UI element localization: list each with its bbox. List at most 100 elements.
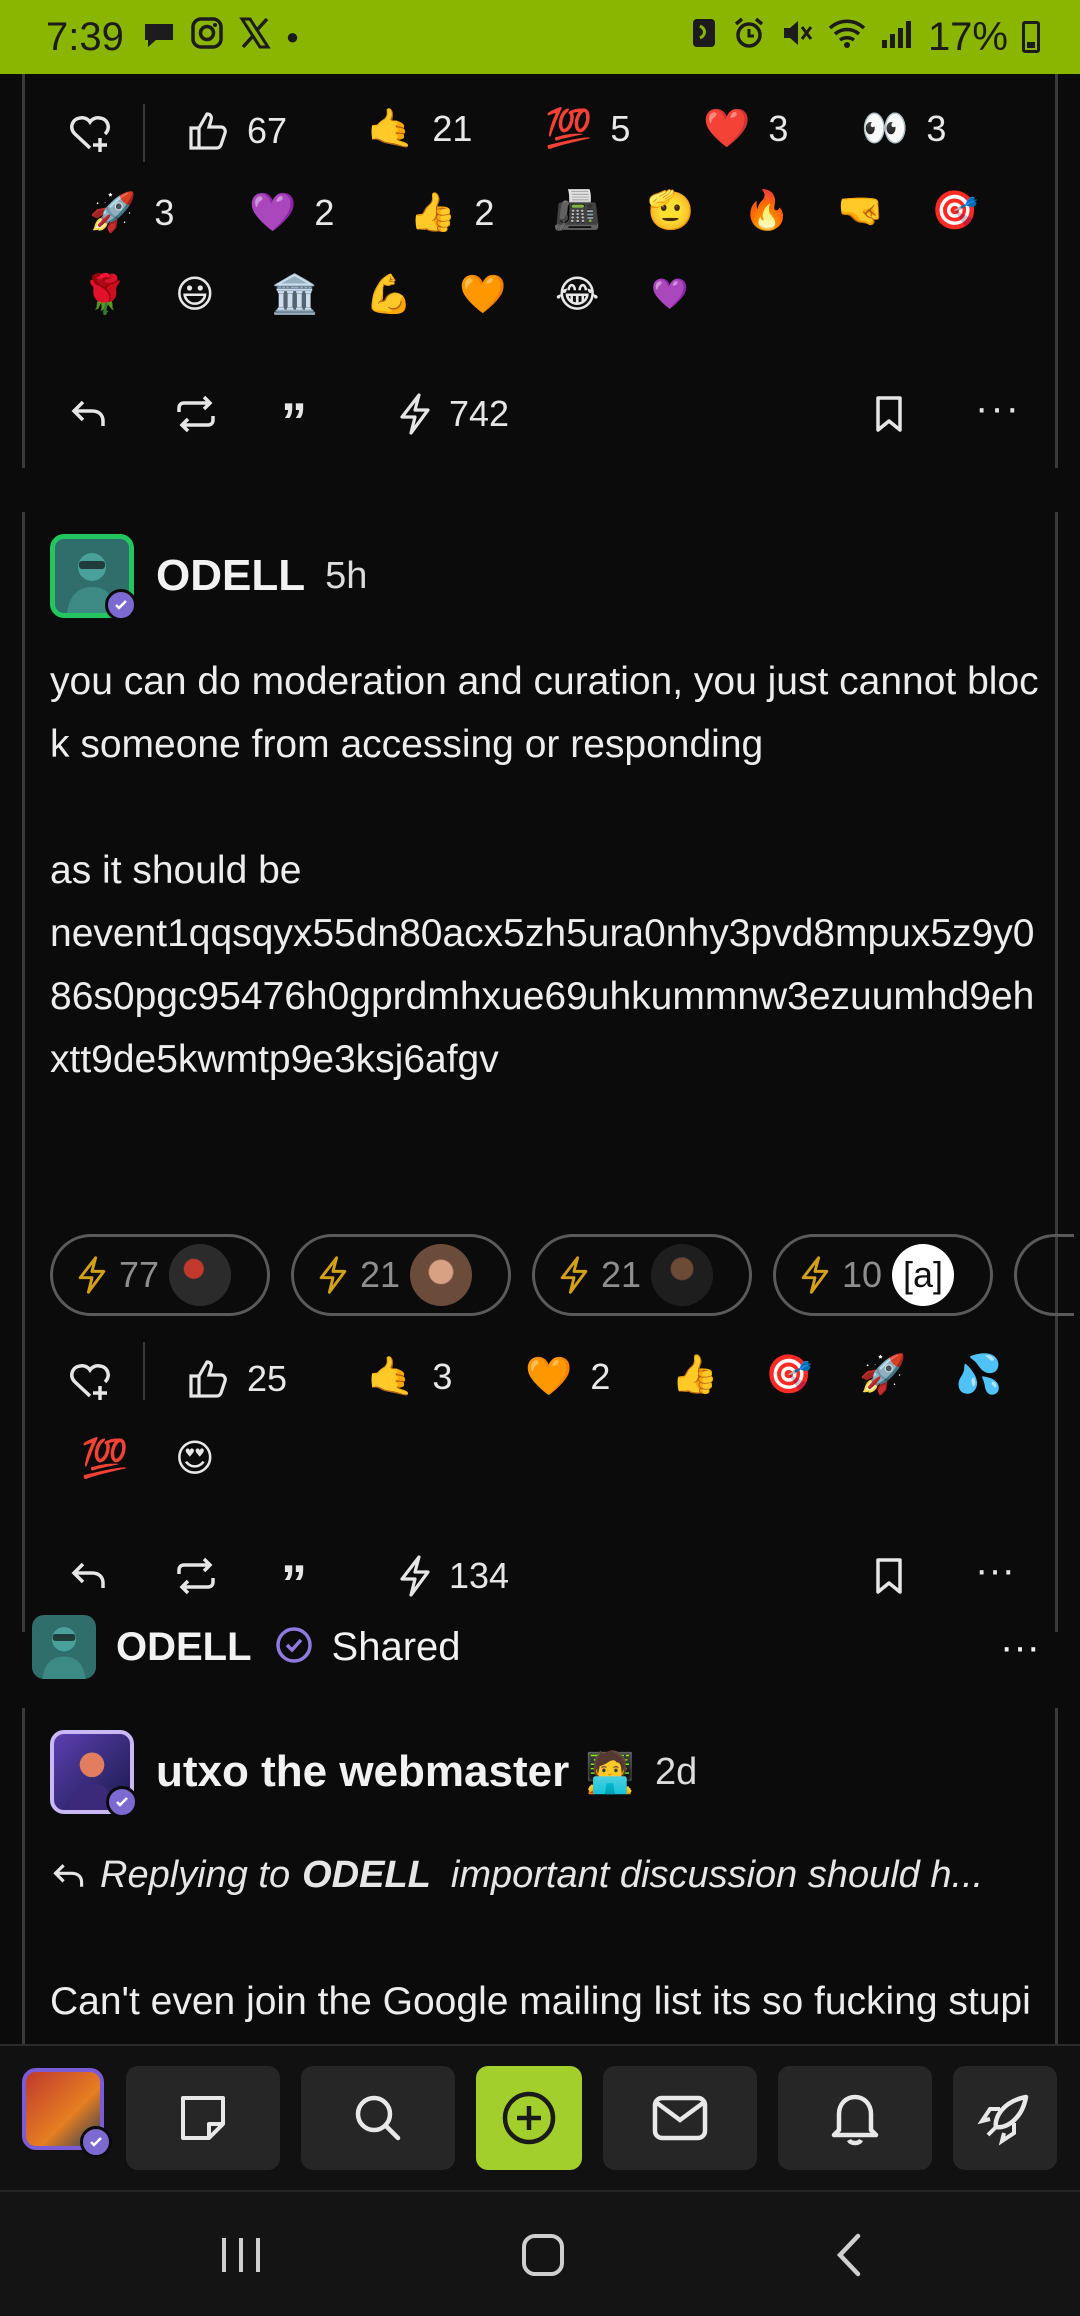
reaction-item[interactable]: 🚀 3 (89, 192, 174, 234)
reaction-item[interactable]: 💪 (365, 276, 412, 314)
add-reaction-icon[interactable] (67, 110, 113, 156)
avatar[interactable] (50, 534, 137, 621)
profile-avatar[interactable] (22, 2068, 112, 2158)
quote-button[interactable]: ” (281, 1554, 307, 1614)
more-icon: ··· (975, 1548, 1015, 1592)
back-button[interactable] (830, 2230, 870, 2280)
mail-icon (652, 2095, 708, 2141)
nav-compose-button[interactable] (476, 2066, 582, 2170)
nav-search-button[interactable] (301, 2066, 455, 2170)
reply-button[interactable] (69, 394, 109, 434)
shared-label: Shared (331, 1624, 461, 1669)
nav-notifications-button[interactable] (778, 2066, 932, 2170)
reply-button[interactable] (69, 1556, 109, 1596)
reaction-item[interactable]: 💜 2 (249, 192, 334, 234)
reaction-item[interactable]: 🏛️ (271, 276, 318, 314)
reaction-count: 3 (432, 1356, 453, 1397)
reaction-item[interactable]: 🤜 (837, 192, 884, 230)
reaction-item[interactable]: 💜 (651, 280, 688, 310)
reaction-item[interactable]: 🔥 (743, 192, 790, 230)
author-name[interactable]: utxo the webmaster (156, 1747, 569, 1797)
instagram-icon (190, 15, 224, 60)
bookmark-icon (876, 396, 902, 432)
zap-pill[interactable] (1014, 1234, 1074, 1316)
reaction-like[interactable]: 25 (187, 1358, 287, 1400)
reaction-item[interactable]: ❤️ 3 (703, 108, 788, 150)
feed[interactable]: 67 🤙 21 💯 5 ❤️ 3 👀 3 🚀 3 💜 2 👍 2 📠 🫡 🔥 🤜… (0, 74, 1080, 2044)
reply-icon (71, 1562, 105, 1588)
post-author[interactable]: ODELL 5h (50, 534, 368, 621)
reaction-item[interactable]: 😃 (175, 276, 215, 314)
reply-icon (71, 400, 105, 426)
reaction-count: 25 (247, 1358, 288, 1399)
nav-notes-button[interactable] (126, 2066, 280, 2170)
add-reaction-icon[interactable] (67, 1358, 113, 1404)
reaction-item[interactable]: 🎯 (931, 192, 978, 230)
reaction-count: 3 (926, 108, 947, 149)
reaction-item[interactable]: 💯 5 (545, 108, 630, 150)
zap-icon (78, 1256, 106, 1294)
sharer-name[interactable]: ODELL (116, 1625, 252, 1670)
bookmark-button[interactable] (873, 394, 905, 434)
author-name[interactable]: ODELL (156, 551, 305, 601)
post-time: 5h (325, 554, 368, 597)
rocket-icon (977, 2094, 1029, 2146)
reaction-item[interactable]: 💦 (955, 1356, 1002, 1394)
reaction-item[interactable]: 🤙 21 (367, 108, 472, 150)
back-icon (836, 2233, 861, 2277)
reaction-item[interactable]: 👀 3 (861, 108, 946, 150)
reply-context[interactable]: Replying to ODELL important discussion s… (50, 1854, 1050, 1897)
reaction-like[interactable]: 67 (187, 110, 287, 152)
zap-icon (560, 1256, 588, 1294)
zap-icon (801, 1256, 829, 1294)
reaction-item[interactable]: 💯 (81, 1440, 128, 1478)
reaction-item[interactable]: 🫡 (647, 192, 694, 230)
battery-icon (1022, 21, 1040, 53)
more-button[interactable]: ··· (975, 386, 1021, 431)
reaction-item[interactable]: 🧡 (459, 276, 506, 314)
reaction-emoji: 🚀 (859, 1354, 907, 1396)
repost-button[interactable] (175, 1556, 217, 1596)
recent-apps-button[interactable] (216, 2232, 266, 2278)
battery-percent: 17% (927, 14, 1008, 59)
reaction-item[interactable]: 🌹 (81, 276, 128, 314)
nav-messages-button[interactable] (603, 2066, 757, 2170)
zap-button[interactable]: 742 (397, 392, 509, 436)
home-button[interactable] (520, 2232, 566, 2278)
post-author[interactable]: utxo the webmaster 🧑‍💻 2d (50, 1730, 697, 1818)
zap-pill[interactable]: 21 (291, 1234, 511, 1316)
more-icon[interactable]: ··· (1000, 1625, 1040, 1670)
reaction-emoji: 🤜 (837, 190, 885, 232)
zap-pill[interactable]: 21 (532, 1234, 752, 1316)
zap-button[interactable]: 134 (397, 1554, 509, 1598)
reaction-item[interactable]: 🚀 (859, 1356, 906, 1394)
reaction-item[interactable]: 📠 (553, 192, 600, 230)
reaction-item[interactable]: 🎯 (765, 1356, 812, 1394)
reaction-emoji: 👍 (409, 192, 457, 234)
reaction-item[interactable]: 😂 (555, 276, 599, 314)
reaction-emoji: 💪 (365, 274, 413, 316)
zap-pill[interactable]: 10 [a] (773, 1234, 993, 1316)
reply-to[interactable]: ODELL (302, 1854, 431, 1897)
shared-header[interactable]: ODELL Shared ··· (32, 1612, 1052, 1682)
sharer-avatar[interactable] (32, 1615, 96, 1679)
reaction-item[interactable]: 👍 (671, 1356, 718, 1394)
avatar[interactable] (50, 1730, 138, 1818)
post-card-odell: ODELL 5h you can do moderation and curat… (22, 512, 1074, 1546)
nav-explore-button[interactable] (953, 2066, 1057, 2170)
recents-icon (222, 2238, 260, 2272)
x-icon (238, 15, 272, 60)
zap-icon (319, 1256, 347, 1294)
verified-badge-icon (80, 2126, 112, 2158)
reaction-item[interactable]: 👍 2 (409, 192, 494, 234)
quote-button[interactable]: ” (281, 392, 307, 452)
more-button[interactable]: ··· (975, 1548, 1015, 1593)
signal-icon (880, 15, 914, 60)
reaction-item[interactable]: 🤙 3 (367, 1356, 452, 1398)
zap-pill[interactable]: 77 (50, 1234, 270, 1316)
bookmark-button[interactable] (873, 1556, 905, 1596)
reaction-item[interactable]: 🧡 2 (525, 1356, 610, 1398)
repost-button[interactable] (175, 394, 217, 434)
reaction-item[interactable]: 😍 (175, 1440, 215, 1478)
reaction-emoji: 🎯 (765, 1354, 813, 1396)
